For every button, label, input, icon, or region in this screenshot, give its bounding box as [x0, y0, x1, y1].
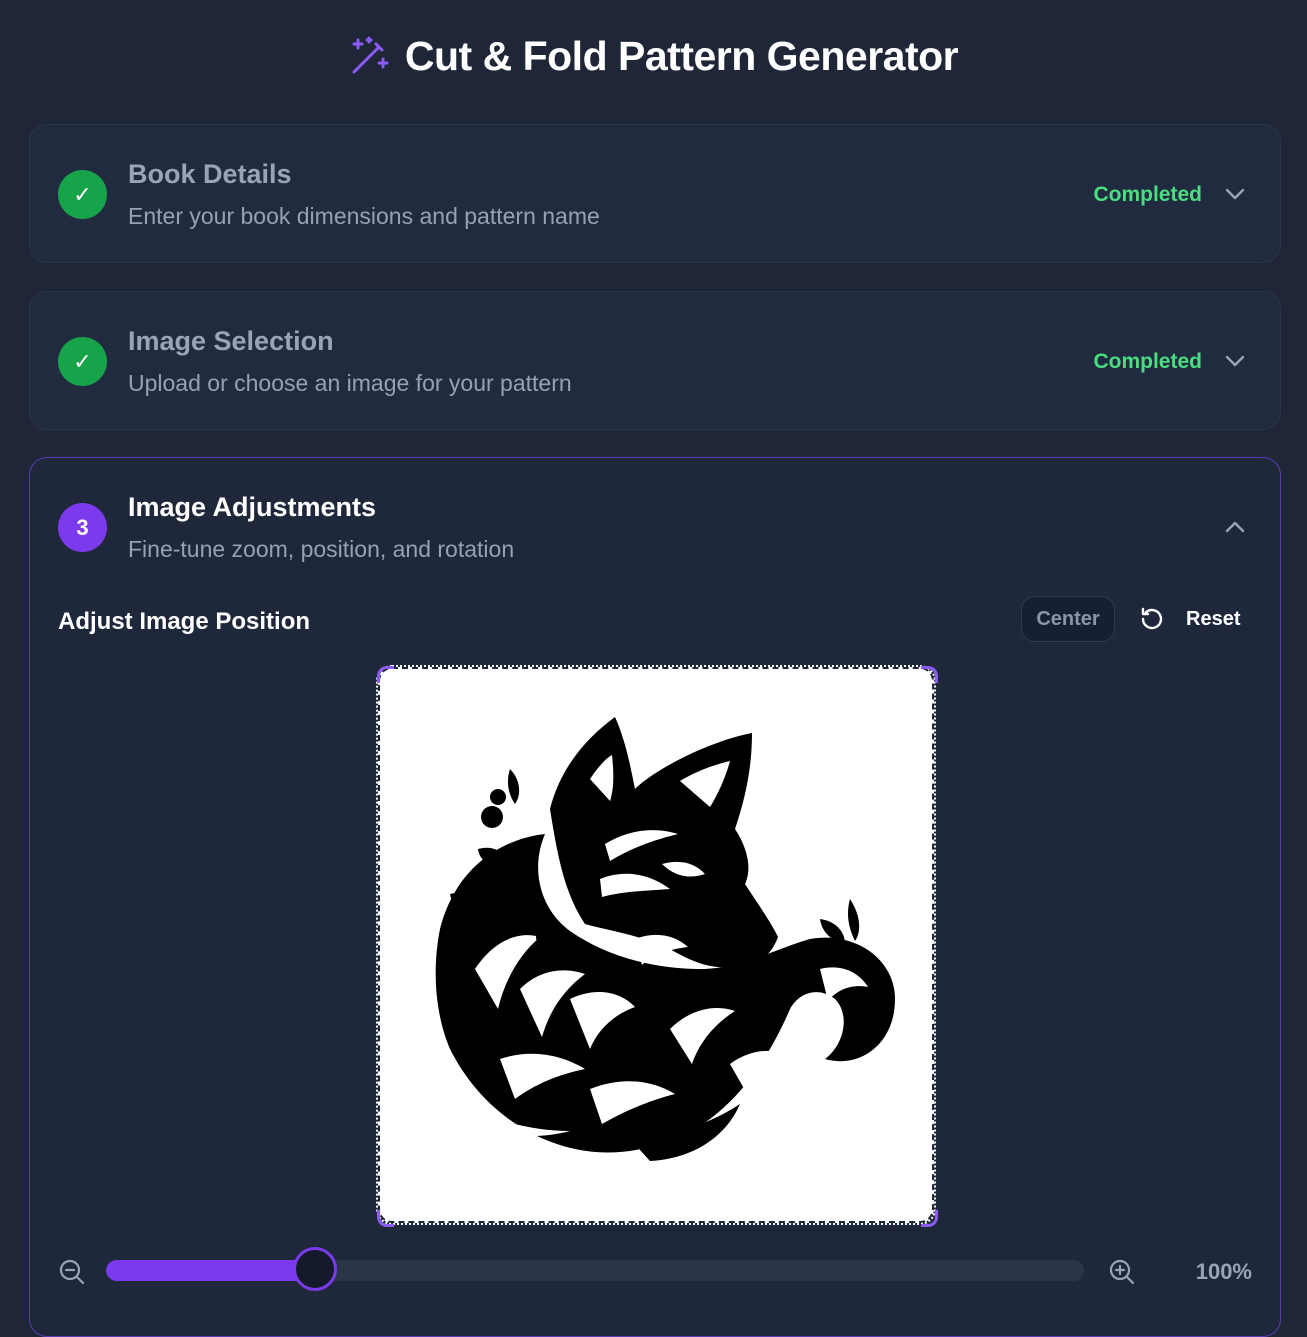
step-number-badge: 3	[58, 503, 107, 552]
center-button[interactable]: Center	[1021, 596, 1115, 642]
reset-button[interactable]: Reset	[1138, 596, 1258, 642]
status-badge: Completed	[1093, 183, 1202, 206]
app-header: Cut & Fold Pattern Generator	[0, 0, 1307, 112]
reset-icon	[1138, 605, 1166, 633]
step-subtitle: Upload or choose an image for your patte…	[128, 370, 572, 396]
status-badge: Completed	[1093, 350, 1202, 373]
zoom-value: 100%	[1195, 1259, 1252, 1284]
chevron-down-icon[interactable]	[1222, 181, 1248, 207]
step-title: Book Details	[128, 159, 292, 189]
zoom-control: 100%	[58, 1247, 1252, 1294]
wolf-image	[435, 717, 895, 1161]
adjust-toolbar: Adjust Image Position Center Reset	[58, 596, 1252, 646]
step-title: Image Adjustments	[128, 492, 377, 522]
step-subtitle: Fine-tune zoom, position, and rotation	[128, 536, 515, 562]
chevron-down-icon[interactable]	[1222, 348, 1248, 374]
step-subtitle: Enter your book dimensions and pattern n…	[128, 203, 600, 229]
step-title: Image Selection	[128, 326, 334, 356]
zoom-slider-track[interactable]	[106, 1260, 1084, 1281]
step-header[interactable]: 3 Image Adjustments Fine-tune zoom, posi…	[30, 458, 1280, 595]
zoom-in-icon[interactable]	[1108, 1258, 1136, 1286]
zoom-out-icon[interactable]	[58, 1258, 86, 1286]
adjust-title: Adjust Image Position	[58, 608, 311, 635]
step-book-details[interactable]: ✓ Book Details Enter your book dimension…	[29, 124, 1281, 263]
crop-handle[interactable]	[921, 666, 938, 683]
zoom-slider-fill	[106, 1260, 316, 1281]
crop-handle[interactable]	[921, 1210, 938, 1227]
chevron-up-icon[interactable]	[1222, 514, 1248, 540]
crop-handle[interactable]	[377, 1210, 394, 1227]
image-canvas[interactable]	[376, 665, 936, 1225]
step-image-selection[interactable]: ✓ Image Selection Upload or choose an im…	[29, 291, 1281, 430]
check-icon: ✓	[58, 337, 107, 386]
crop-handle[interactable]	[377, 666, 394, 683]
step-image-adjustments: 3 Image Adjustments Fine-tune zoom, posi…	[29, 457, 1281, 1337]
zoom-slider-thumb[interactable]	[293, 1247, 338, 1291]
page-title: Cut & Fold Pattern Generator	[404, 32, 959, 79]
magic-wand-icon	[349, 35, 391, 77]
reset-label: Reset	[1186, 607, 1241, 630]
check-icon: ✓	[58, 170, 107, 219]
